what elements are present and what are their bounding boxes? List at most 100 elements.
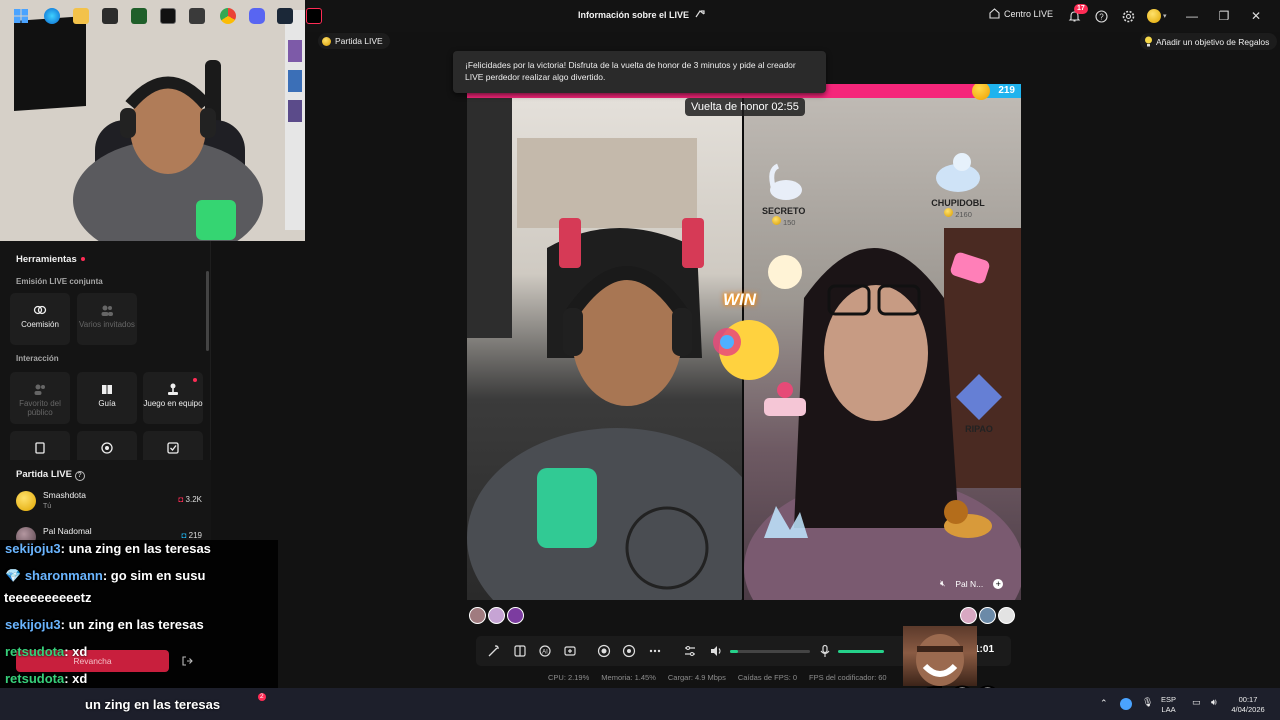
live-info-title[interactable]: Información sobre el LIVE [578,10,689,20]
volume-tray-icon[interactable]: 🔊︎ [1211,697,1217,707]
chat-message: retsudota: xd [5,644,88,659]
player-row[interactable]: Smashdota Tú ◘ 3.2K [16,490,202,512]
windows-start-icon[interactable] [13,8,29,24]
coemision-button[interactable]: Coemisión [10,293,70,345]
avatar [16,491,36,511]
checkbox-icon [167,442,179,454]
chat-message: retsudota: xd [5,671,88,686]
record-icon[interactable] [597,644,611,658]
player-score: ◘ 219 [181,531,202,540]
volume-fill [730,650,738,653]
crystal-gift-icon [956,374,1002,420]
team-game-button[interactable]: Juego en equipo [143,372,203,424]
folder-icon[interactable] [73,8,89,24]
avatar[interactable] [488,607,505,624]
ai-icon[interactable]: AI [538,644,552,658]
tools-title: Herramientas [16,254,85,265]
avatar[interactable] [979,607,996,624]
input-language[interactable]: ESP LAA [1161,695,1176,715]
chat-message: 💎 sharonmann: go sim en susu [5,568,206,583]
tools-scrollbar[interactable] [206,271,209,351]
tiktok-live-icon[interactable] [306,8,322,24]
capture-icon[interactable] [189,8,205,24]
chat-overflow-text: un zing en las teresas [85,697,221,712]
profile-avatar[interactable] [1147,9,1161,23]
edge-icon[interactable] [44,8,60,24]
camera-switch-icon[interactable] [622,644,636,658]
gift-item[interactable]: CHUPIDOBL 2160 [930,148,986,219]
speaker-icon[interactable] [709,644,723,658]
info-icon[interactable]: ? [74,471,85,481]
gift-item[interactable]: RIPAO [952,372,1006,434]
magic-wand-icon[interactable] [487,644,501,658]
audience-favorite-label: Favorito del público [19,399,61,417]
mic-level-slider[interactable] [838,650,884,653]
layout-icon[interactable] [513,644,527,658]
gift-cost: 150 [762,216,805,227]
volume-slider[interactable] [730,650,810,653]
gift-name: CHUPIDOBL [931,198,985,208]
memory-stat: Memoria: 1.45% [601,673,656,682]
more-icon[interactable] [648,644,662,658]
opponent-tag[interactable]: 🔇︎ Pal N... + [940,578,1004,589]
cloud-icon[interactable] [1120,698,1132,710]
exit-icon[interactable] [181,655,193,667]
audience-favorite-button[interactable]: Favorito del público [10,372,70,424]
new-dot [80,257,85,262]
gift-name: SECRETO [762,206,806,216]
lightbulb-icon [1145,36,1152,47]
steam-icon[interactable] [277,8,293,24]
avatar[interactable] [507,607,524,624]
maximize-button[interactable]: ❐ [1215,7,1233,25]
share-icon[interactable] [694,8,706,20]
minimize-button[interactable]: — [1183,7,1201,25]
terminal-icon[interactable] [102,8,118,24]
guide-label: Guía [98,399,116,408]
avatar[interactable] [998,607,1015,624]
guide-button[interactable]: Guía [77,372,137,424]
gear-icon[interactable] [1120,8,1136,24]
gift-item[interactable]: SECRETO 150 [762,160,805,227]
lion-gift-icon [944,500,992,538]
obs-icon[interactable] [160,8,176,24]
discord-badge: 2 [258,693,266,701]
live-duration: 1:01 [974,644,995,655]
network-icon[interactable]: ▭ [1192,697,1201,707]
interaction-heading: Interacción [16,354,59,363]
cake-gift-icon [764,382,806,416]
muted-speaker-icon[interactable]: 🔇︎ [940,578,945,589]
notification-badge: 17 [1074,4,1088,14]
app-icon[interactable] [131,8,147,24]
avatar[interactable] [469,607,486,624]
multi-guest-button[interactable]: Varios invitados [77,293,137,345]
sliders-icon[interactable] [683,644,697,658]
add-gift-goal-button[interactable]: Añadir un objetivo de Regalos [1140,33,1278,50]
tool-button-9[interactable] [143,431,203,460]
host-top-gifters [469,607,524,624]
tool-button-7[interactable] [10,431,70,460]
discord-icon[interactable] [249,8,265,24]
target-icon [101,442,113,454]
microphone-icon[interactable] [818,644,832,658]
add-icon[interactable]: + [993,578,1004,589]
avatar[interactable] [960,607,977,624]
diamond-icon: 💎 [5,568,25,583]
users-icon [101,305,113,316]
upload-stat: Cargar: 4.9 Mbps [667,673,726,682]
tool-button-8[interactable] [77,431,137,460]
chevron-up-icon[interactable]: ⌃ [1100,698,1108,708]
winner-emoji-icon [713,320,779,380]
help-icon[interactable]: ? [1093,8,1109,24]
add-source-icon[interactable] [563,644,577,658]
mic-tray-icon[interactable]: 🎙︎ [1142,697,1153,707]
chat-message: sekijoju3: un zing en las teresas [5,617,204,632]
centro-live-button[interactable]: Centro LIVE [989,8,1053,19]
player-sub: Tú [43,503,52,510]
clock[interactable]: 00:17 4/04/2026 [1228,695,1268,715]
partida-live-chip[interactable]: Partida LIVE [318,33,390,49]
chrome-icon[interactable] [220,8,236,24]
pink-gift-icon [950,252,990,284]
close-button[interactable]: ✕ [1247,7,1265,25]
chat-message: sekijoju3: una zing en las teresas [5,541,211,556]
chevron-down-icon[interactable]: ▾ [1163,12,1167,20]
